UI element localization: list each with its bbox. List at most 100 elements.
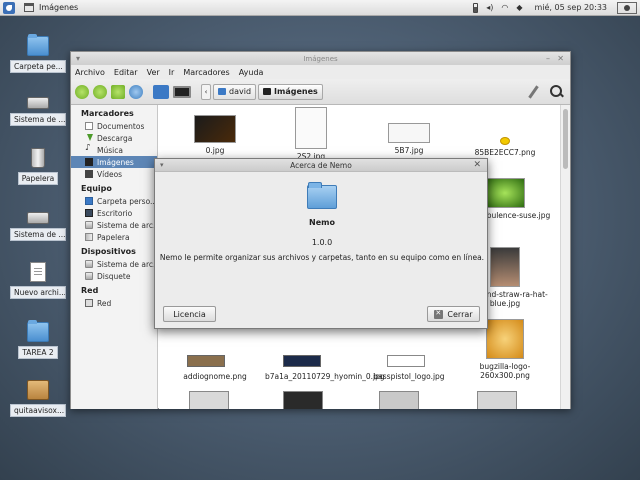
file-name: addiognome.png (183, 372, 247, 381)
up-arrow-icon[interactable] (111, 84, 125, 99)
file-item[interactable]: addiognome.png (169, 369, 261, 381)
close-icon[interactable]: ✕ (557, 54, 564, 63)
image-thumbnail (387, 355, 425, 367)
sidebar-item-label: Red (97, 298, 112, 308)
sidebar-item-escritorio[interactable]: Escritorio (71, 207, 157, 219)
menu-marcadores[interactable]: Marcadores (183, 68, 229, 77)
top-panel: Imágenes ◂) ◠ ◆ mié, 05 sep 20:33 (0, 0, 640, 16)
sidebar-item-label: Disquete (97, 271, 131, 281)
file-item[interactable]: 5B7.jpg (363, 123, 455, 155)
sidebar-item-label: Papelera (97, 232, 130, 242)
dropbox-icon[interactable]: ◆ (516, 3, 522, 12)
forward-arrow-icon[interactable] (93, 84, 107, 99)
battery-icon[interactable] (473, 2, 479, 13)
breadcrumb-parent[interactable]: david (213, 83, 257, 100)
menu-ver[interactable]: Ver (147, 68, 160, 77)
main-menu-icon[interactable] (3, 1, 15, 14)
network-icon (85, 299, 93, 307)
sidebar-item-sistema-archivos[interactable]: Sistema de arc... (71, 219, 157, 231)
file-name: bugzilla-logo-260x300.png (479, 362, 531, 380)
sidebar-item-papelera[interactable]: Papelera (71, 231, 157, 243)
file-item[interactable]: 85BE2ECC7.png (459, 137, 551, 157)
sidebar-item-label: Documentos (97, 121, 145, 131)
edit-location-icon[interactable] (526, 85, 540, 99)
desktop-icon-carpeta-personal[interactable]: Carpeta pe... (10, 34, 66, 75)
toolbar: ‹ david Imágenes (71, 79, 570, 105)
home-folder-icon (85, 197, 93, 205)
sidebar-item-red[interactable]: Red (71, 297, 157, 309)
close-button[interactable]: Cerrar (427, 306, 480, 322)
file-item[interactable]: 0.jpg (169, 115, 261, 155)
user-icon[interactable] (617, 1, 637, 14)
system-tray: ◂) ◠ ◆ mié, 05 sep 20:33 (469, 0, 640, 16)
trash-icon (85, 233, 93, 241)
sidebar-item-disquete[interactable]: Disquete (71, 270, 157, 282)
window-titlebar[interactable]: ▾ Imágenes – ✕ (71, 52, 570, 65)
sidebar: Marcadores Documentos Descarga Música Im… (71, 105, 158, 409)
task-title[interactable]: Imágenes (39, 3, 78, 12)
desktop-icon-label: Carpeta pe... (10, 60, 66, 73)
sidebar-item-label: Escritorio (97, 208, 133, 218)
sidebar-item-label: Sistema de arc... (97, 220, 157, 230)
license-button-label: Licencia (173, 309, 206, 319)
image-thumbnail (485, 178, 525, 208)
volume-icon[interactable]: ◂) (486, 3, 493, 12)
desktop-icon-nuevo-archivo[interactable]: Nuevo archi... (10, 262, 66, 301)
back-arrow-icon[interactable] (75, 84, 89, 99)
menu-editar[interactable]: Editar (114, 68, 138, 77)
menu-ayuda[interactable]: Ayuda (239, 68, 264, 77)
menu-ir[interactable]: Ir (169, 68, 175, 77)
close-icon (434, 309, 444, 319)
sidebar-item-label: Carpeta perso... (97, 196, 157, 206)
menu-archivo[interactable]: Archivo (75, 68, 105, 77)
drive-icon (85, 221, 93, 229)
sidebar-heading: Dispositivos (81, 247, 136, 256)
dialog-menu-icon[interactable]: ▾ (160, 161, 164, 169)
file-item[interactable]: b7a1a_20110729_hyomin_0.jpg (265, 369, 385, 381)
sidebar-item-carpeta-personal[interactable]: Carpeta perso... (71, 195, 157, 207)
desktop-icon-tarea-2[interactable]: TAREA 2 (10, 320, 66, 361)
drive-icon (85, 260, 93, 268)
sidebar-item-label: Vídeos (97, 169, 123, 179)
file-name: b7a1a_20110729_hyomin_0.jpg (265, 372, 385, 381)
clock[interactable]: mié, 05 sep 20:33 (534, 3, 607, 12)
pictures-icon (85, 158, 93, 166)
dialog-title: Acerca de Nemo (290, 160, 352, 170)
desktop-icon-label: Nuevo archi... (10, 286, 66, 299)
home-icon[interactable] (153, 84, 169, 99)
window-task-icon[interactable] (24, 3, 34, 12)
desktop-icon-papelera[interactable]: Papelera (10, 148, 66, 187)
window-menu-icon[interactable]: ▾ (76, 54, 80, 63)
breadcrumb-current[interactable]: Imágenes (258, 83, 323, 100)
dialog-close-icon[interactable]: ✕ (473, 160, 481, 170)
pictures-folder-icon (263, 88, 272, 95)
minimize-icon[interactable]: – (546, 54, 550, 63)
desktop-icon-sistema-archivos-2[interactable]: Sistema de ... (10, 206, 66, 243)
sidebar-item-videos[interactable]: Vídeos (71, 168, 157, 180)
file-item[interactable]: basspistol_logo.jpg (363, 369, 455, 381)
path-left-arrow-icon[interactable]: ‹ (201, 83, 211, 100)
desktop-icon-label: Papelera (17, 172, 59, 185)
breadcrumb-current-label: Imágenes (274, 87, 318, 96)
image-thumbnail (490, 247, 520, 287)
vertical-scrollbar[interactable] (560, 105, 570, 409)
file-item[interactable]: 2S2.jpg (265, 107, 357, 161)
search-icon[interactable] (550, 85, 564, 99)
wifi-icon[interactable]: ◠ (501, 3, 508, 12)
computer-icon[interactable] (173, 85, 191, 98)
desktop-icon-sistema-archivos[interactable]: Sistema de ... (10, 91, 66, 128)
file-name: 0.jpg (205, 146, 225, 155)
desktop-icon (85, 209, 93, 217)
sidebar-item-documentos[interactable]: Documentos (71, 120, 157, 132)
image-thumbnail (194, 115, 236, 143)
drive-icon (27, 97, 49, 109)
desktop-icon-quitaavisos[interactable]: quitaavisox... (10, 380, 66, 419)
sidebar-item-sistema-archivos-dev[interactable]: Sistema de arc... (71, 258, 157, 270)
sidebar-item-imagenes[interactable]: Imágenes (71, 156, 157, 168)
sidebar-item-musica[interactable]: Música (71, 144, 157, 156)
sidebar-item-descarga[interactable]: Descarga (71, 132, 157, 144)
reload-icon[interactable] (129, 84, 143, 99)
license-button[interactable]: Licencia (163, 306, 216, 322)
dialog-titlebar[interactable]: ▾ Acerca de Nemo ✕ (155, 159, 487, 172)
breadcrumb-parent-label: david (229, 87, 252, 96)
